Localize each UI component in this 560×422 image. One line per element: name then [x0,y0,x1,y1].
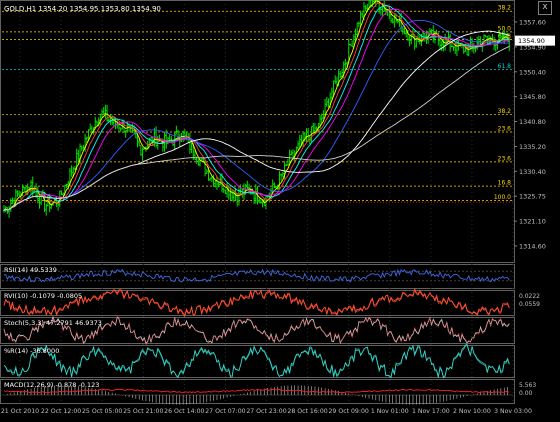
price-axis-label: 1330.40 [519,168,546,176]
price-axis-label: 1345.80 [519,93,546,101]
x-tick-label: 27 Oct 23:00 [246,408,286,415]
indicator-scale-label: 0.0559 [519,301,540,308]
fib-level-label: 61.8 [498,63,512,70]
fib-level-label: 16.8 [498,180,512,187]
fib-level-label: 38.2 [498,5,512,12]
price-axis-label: 1340.80 [519,118,546,126]
fib-level-label: 23.6 [498,155,512,162]
x-tick-label: 29 Oct 09:00 [328,408,368,415]
indicator-line-4 [3,344,510,378]
indicator-label-5: MACD(12,26,9) -0.878 -0.123 [4,381,99,389]
x-tick-label: 26 Oct 14:00 [164,408,204,415]
x-tick-label: 21 Oct 2010 [1,408,39,415]
fib-level-label: 23.6 [498,125,512,132]
indicator-label-4: %R(14) -36.8000 [4,347,59,355]
price-axis-label: 1357.60 [519,19,546,27]
indicator-label-2: RVI(10) -0.1079 -0.0805 [4,292,82,300]
price-axis-label: 1350.40 [519,68,546,76]
x-tick-label: 22 Oct 12:00 [41,408,81,415]
indicator-line-5 [3,388,510,394]
indicator-label-1: RSI(14) 49.5339 [4,266,57,274]
x-tick-label: 27 Oct 07:00 [205,408,245,415]
ma-40-line [3,19,510,211]
chart-window[interactable]: 21 Oct 2010 22 Oct 12:00 25 Oct 05:00 25 Oc… [0,0,560,422]
price-axis-label: 1325.75 [519,193,546,201]
indicator-scale-label: 0.00 [519,390,533,397]
price-axis-label: 1314.60 [519,243,546,251]
fib-level-label: 100.0 [494,194,511,201]
price-axis-label: 1321.10 [519,218,546,226]
x-tick-label: 25 Oct 05:00 [82,408,122,415]
x-tick-label: 3 Nov 03:00 [494,408,532,415]
close-button[interactable]: x [538,1,552,15]
main-pane-frame [0,0,515,263]
chart-header: GOLD,H1 1354.20 1354.95 1353.80 1354.90 [4,5,161,13]
x-tick-label: 1 Nov 01:00 [371,408,409,415]
chart-canvas: 21 Oct 2010 22 Oct 12:00 25 Oct 05:00 25 Oc… [0,0,555,415]
indicator-pane-frame-1 [0,264,515,289]
indicator-scale-label: 0.0222 [519,293,540,300]
current-price-label: 1354.90 [518,37,545,45]
ma-80-line [3,30,510,211]
x-tick-label: 2 Nov 10:00 [453,408,491,415]
indicator-signal-4 [3,343,510,379]
indicator-label-3: Stoch(5,3,3) 47.2791 46.9373 [4,319,102,327]
x-tick-label: 25 Oct 21:00 [123,408,163,415]
price-axis-label: 1335.20 [519,143,546,151]
indicator-scale-label: 5.563 [519,382,536,389]
fib-level-label: 38.2 [498,108,512,115]
x-tick-label: 28 Oct 16:00 [287,408,327,415]
x-tick-label: 1 Nov 17:00 [412,408,450,415]
price-bars [3,0,511,218]
